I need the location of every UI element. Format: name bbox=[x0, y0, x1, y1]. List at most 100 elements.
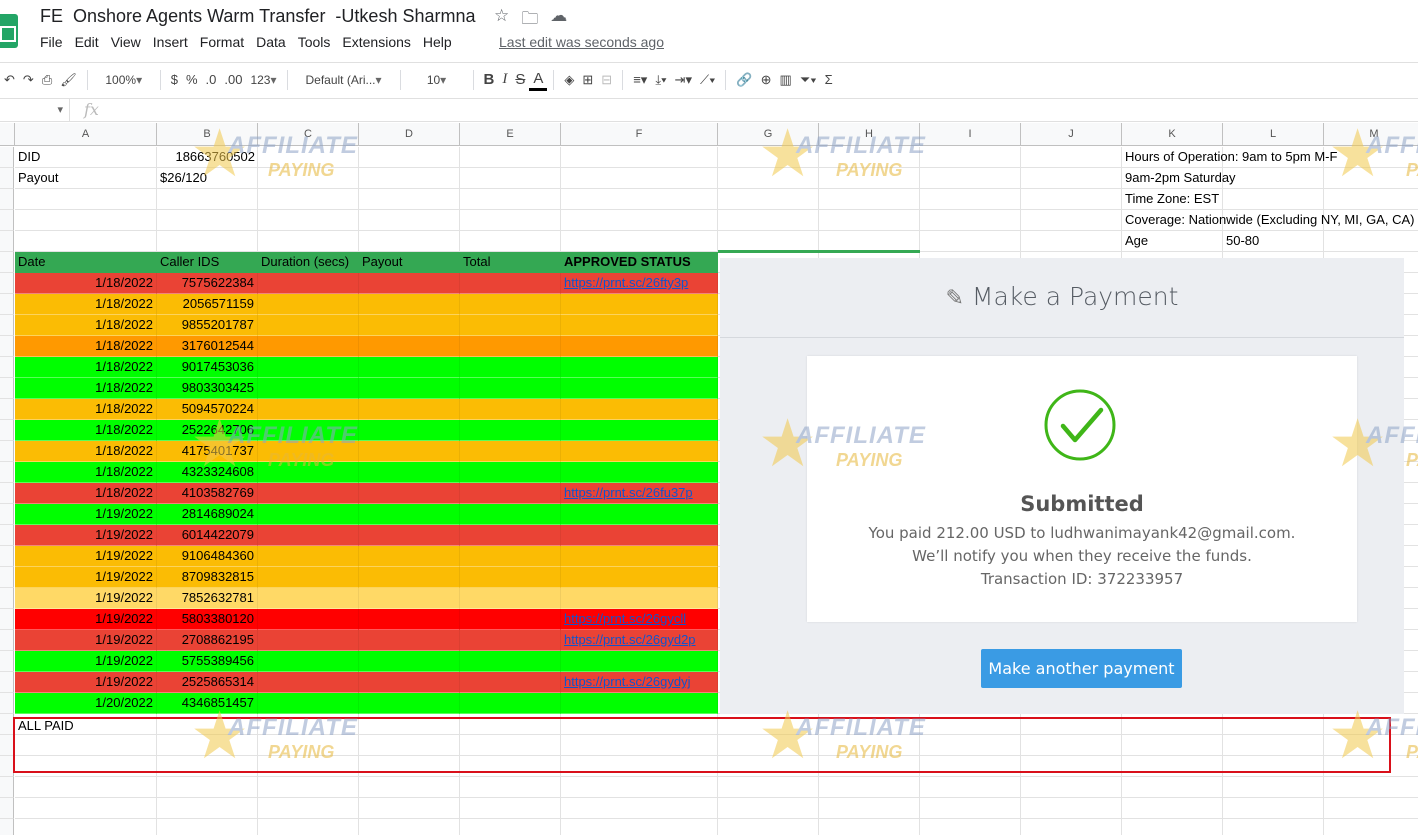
date-cell[interactable]: 1/19/2022 bbox=[15, 630, 157, 651]
table-cell[interactable] bbox=[359, 315, 460, 336]
table-cell[interactable] bbox=[258, 420, 359, 441]
date-cell[interactable]: 1/19/2022 bbox=[15, 672, 157, 693]
status-link[interactable]: https://prnt.sc/26gycll bbox=[564, 611, 686, 626]
grid-cell[interactable] bbox=[460, 819, 561, 835]
date-cell[interactable]: 1/19/2022 bbox=[15, 525, 157, 546]
payout-label[interactable]: Payout bbox=[15, 168, 157, 189]
date-cell[interactable]: 1/19/2022 bbox=[15, 504, 157, 525]
more-formats-select[interactable]: 123 bbox=[246, 67, 280, 93]
caller-id-cell[interactable]: 7852632781 bbox=[157, 588, 258, 609]
table-cell[interactable] bbox=[460, 420, 561, 441]
date-cell[interactable]: 1/18/2022 bbox=[15, 294, 157, 315]
row-header[interactable] bbox=[0, 420, 14, 441]
table-cell[interactable] bbox=[359, 462, 460, 483]
font-size-select[interactable]: 10 bbox=[407, 67, 467, 93]
name-box[interactable]: ▾ bbox=[0, 99, 70, 121]
row-header[interactable] bbox=[0, 231, 14, 252]
increase-decimal-button[interactable]: .00 bbox=[220, 67, 246, 93]
date-cell[interactable]: 1/18/2022 bbox=[15, 336, 157, 357]
approved-status-cell[interactable] bbox=[561, 693, 718, 714]
table-cell[interactable] bbox=[359, 357, 460, 378]
row-header[interactable] bbox=[0, 294, 14, 315]
table-cell[interactable] bbox=[460, 609, 561, 630]
caller-id-cell[interactable]: 5803380120 bbox=[157, 609, 258, 630]
caller-id-cell[interactable]: 4175401737 bbox=[157, 441, 258, 462]
row-header[interactable] bbox=[0, 609, 14, 630]
row-header[interactable] bbox=[0, 546, 14, 567]
table-cell[interactable] bbox=[258, 693, 359, 714]
did-label[interactable]: DID bbox=[15, 147, 157, 168]
table-cell[interactable] bbox=[460, 672, 561, 693]
grid-cell[interactable] bbox=[460, 168, 561, 189]
table-cell[interactable] bbox=[460, 588, 561, 609]
table-cell[interactable] bbox=[359, 567, 460, 588]
column-header-e[interactable]: E bbox=[460, 123, 561, 146]
percent-format-button[interactable]: % bbox=[182, 67, 202, 93]
table-cell[interactable] bbox=[460, 504, 561, 525]
grid-cell[interactable] bbox=[819, 147, 920, 168]
table-cell[interactable] bbox=[258, 357, 359, 378]
column-header-i[interactable]: I bbox=[920, 123, 1021, 146]
approved-status-cell[interactable] bbox=[561, 588, 718, 609]
table-cell[interactable] bbox=[258, 525, 359, 546]
table-cell[interactable] bbox=[258, 504, 359, 525]
table-cell[interactable] bbox=[460, 546, 561, 567]
paint-format-icon[interactable]: 🖌 bbox=[56, 67, 81, 93]
caller-id-cell[interactable]: 8709832815 bbox=[157, 567, 258, 588]
date-cell[interactable]: 1/18/2022 bbox=[15, 315, 157, 336]
column-header-f[interactable]: F bbox=[561, 123, 718, 146]
caller-id-cell[interactable]: 3176012544 bbox=[157, 336, 258, 357]
status-link[interactable]: https://prnt.sc/26gydyj bbox=[564, 674, 690, 689]
table-cell[interactable] bbox=[258, 462, 359, 483]
table-cell[interactable] bbox=[460, 693, 561, 714]
grid-cell[interactable] bbox=[718, 819, 819, 835]
grid-cell[interactable] bbox=[258, 798, 359, 819]
grid-cell[interactable] bbox=[920, 189, 1021, 210]
decrease-decimal-button[interactable]: .0 bbox=[202, 67, 221, 93]
row-header[interactable] bbox=[0, 273, 14, 294]
approved-status-cell[interactable] bbox=[561, 294, 718, 315]
grid-cell[interactable] bbox=[1122, 777, 1223, 798]
grid-cell[interactable] bbox=[718, 147, 819, 168]
table-cell[interactable] bbox=[359, 378, 460, 399]
grid-cell[interactable] bbox=[1223, 777, 1324, 798]
row-header[interactable] bbox=[0, 210, 14, 231]
table-cell[interactable] bbox=[258, 378, 359, 399]
caller-id-cell[interactable]: 2056571159 bbox=[157, 294, 258, 315]
column-header-k[interactable]: K bbox=[1122, 123, 1223, 146]
approved-status-cell[interactable]: https://prnt.sc/26gydyj bbox=[561, 672, 718, 693]
grid-cell[interactable] bbox=[561, 210, 718, 231]
row-header[interactable] bbox=[0, 399, 14, 420]
grid-cell[interactable] bbox=[718, 168, 819, 189]
approved-status-cell[interactable] bbox=[561, 378, 718, 399]
grid-cell[interactable] bbox=[920, 777, 1021, 798]
caller-id-cell[interactable]: 2708862195 bbox=[157, 630, 258, 651]
row-header[interactable] bbox=[0, 504, 14, 525]
hours-of-operation[interactable]: Hours of Operation: 9am to 5pm M-F bbox=[1122, 147, 1418, 168]
grid-cell[interactable] bbox=[561, 147, 718, 168]
approved-status-cell[interactable] bbox=[561, 462, 718, 483]
table-cell[interactable] bbox=[258, 630, 359, 651]
caller-id-cell[interactable]: 4346851457 bbox=[157, 693, 258, 714]
grid-cell[interactable] bbox=[258, 168, 359, 189]
grid-cell[interactable] bbox=[561, 189, 718, 210]
grid-cell[interactable] bbox=[460, 210, 561, 231]
caller-id-cell[interactable]: 5094570224 bbox=[157, 399, 258, 420]
filter-icon[interactable]: ⏷▾ bbox=[796, 67, 821, 93]
table-cell[interactable] bbox=[460, 399, 561, 420]
caller-id-cell[interactable]: 2525865314 bbox=[157, 672, 258, 693]
table-cell[interactable] bbox=[359, 588, 460, 609]
redo-icon[interactable]: ↷ bbox=[19, 67, 38, 93]
time-zone[interactable]: Time Zone: EST bbox=[1122, 189, 1418, 210]
row-header[interactable] bbox=[0, 651, 14, 672]
grid-cell[interactable] bbox=[258, 777, 359, 798]
table-cell[interactable] bbox=[359, 399, 460, 420]
row-header[interactable] bbox=[0, 357, 14, 378]
grid-cell[interactable] bbox=[1122, 819, 1223, 835]
table-cell[interactable] bbox=[460, 357, 561, 378]
column-header-c[interactable]: C bbox=[258, 123, 359, 146]
table-cell[interactable] bbox=[359, 504, 460, 525]
row-header[interactable] bbox=[0, 798, 14, 819]
cloud-status-icon[interactable]: ☁ bbox=[550, 6, 567, 35]
row-header[interactable] bbox=[0, 672, 14, 693]
